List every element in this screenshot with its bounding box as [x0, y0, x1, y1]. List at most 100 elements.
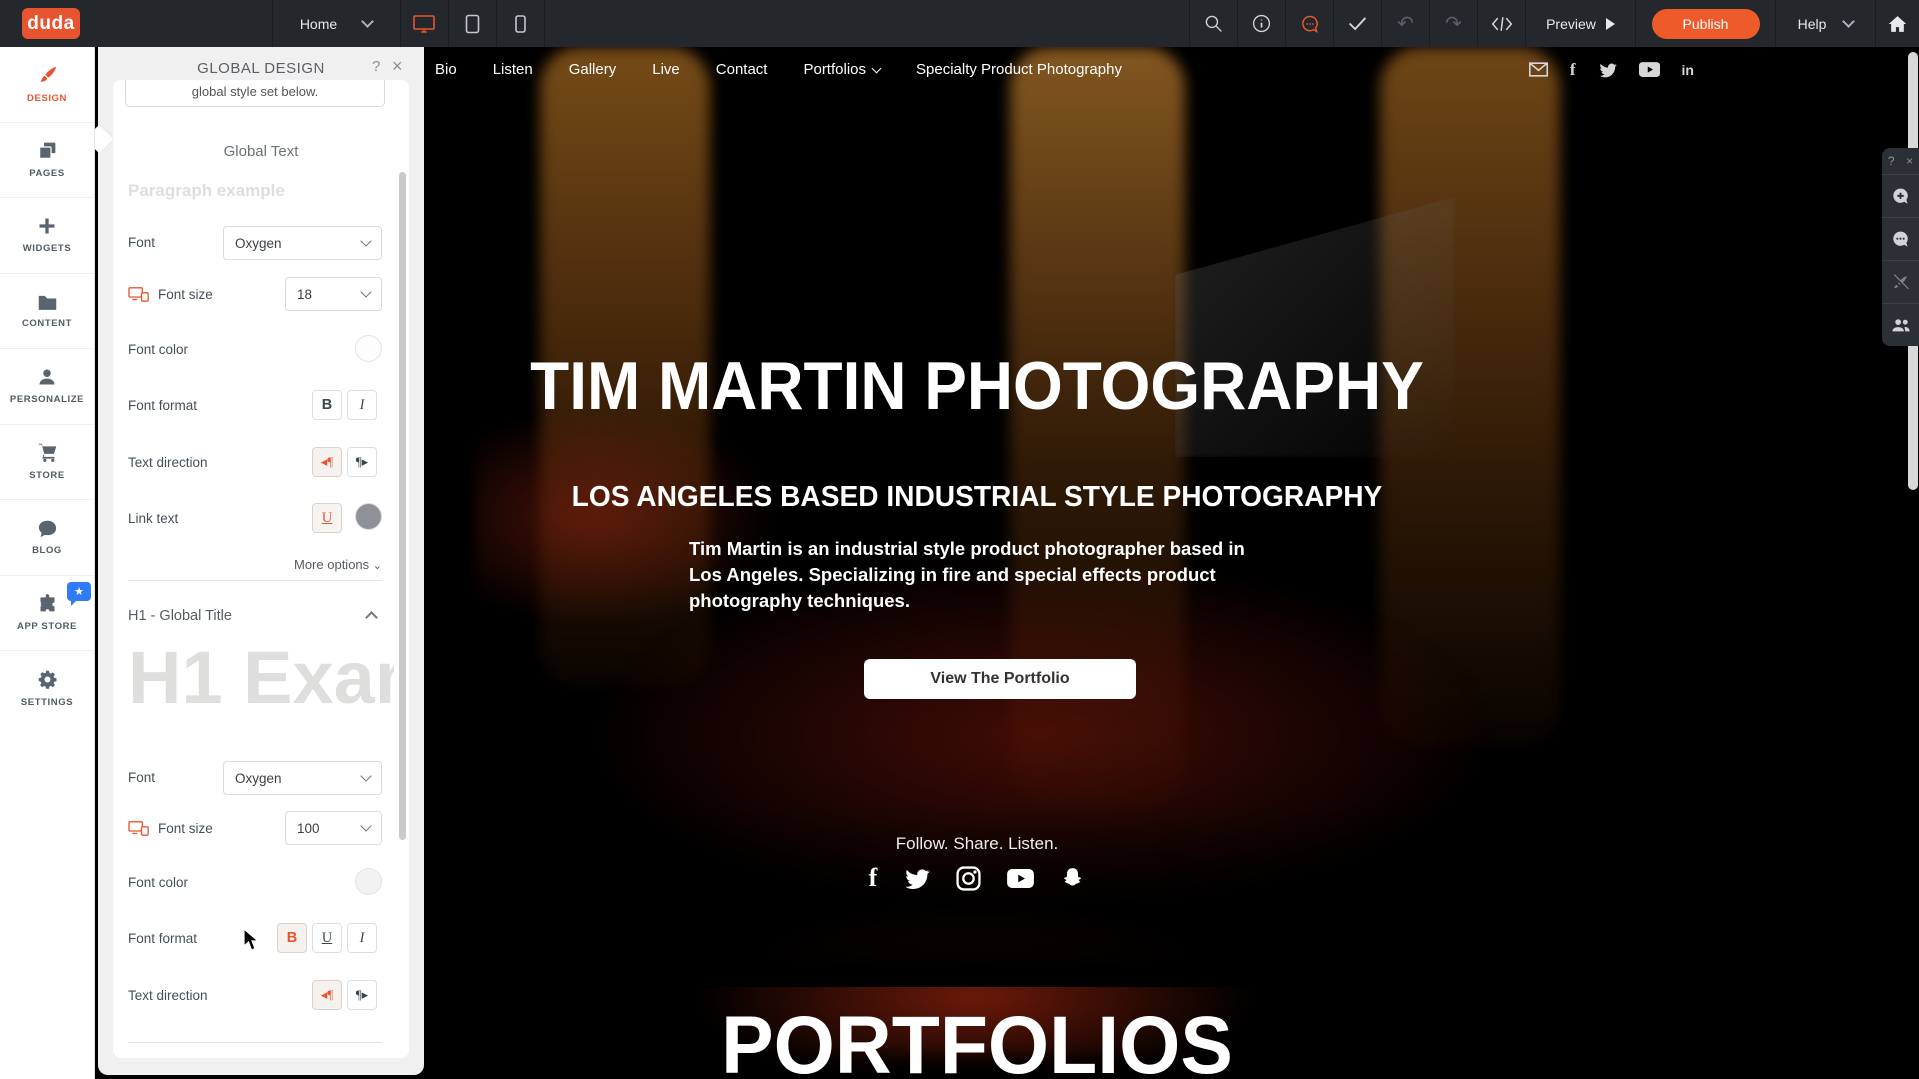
- font-size-dropdown[interactable]: 18: [285, 277, 382, 311]
- nav-link-live[interactable]: Live: [652, 61, 680, 78]
- person-icon: [37, 367, 57, 387]
- h1-bold-button[interactable]: B: [277, 923, 307, 953]
- h1-direction-rtl-button[interactable]: ¶▸: [347, 980, 377, 1010]
- save-check-button[interactable]: [1333, 0, 1381, 47]
- brush-icon: [37, 65, 58, 86]
- hero-paragraph: Tim Martin is an industrial style produc…: [689, 536, 1257, 614]
- view-portfolio-button[interactable]: View The Portfolio: [864, 659, 1136, 699]
- nav-link-listen[interactable]: Listen: [493, 61, 533, 78]
- info-icon: [1252, 14, 1271, 33]
- h1-font-size-value: 100: [297, 821, 320, 836]
- pilcrow-right-icon: ¶▸: [356, 987, 368, 1003]
- nav-link-contact[interactable]: Contact: [716, 61, 768, 78]
- sidebar-label-pages: PAGES: [29, 168, 65, 179]
- tools-help[interactable]: ?: [1888, 154, 1895, 168]
- chevron-down-icon: [360, 235, 371, 246]
- more-options-label: More options: [294, 557, 369, 572]
- h1-text-direction-label: Text direction: [128, 988, 208, 1003]
- page-selector[interactable]: Home: [272, 0, 400, 47]
- comments-button[interactable]: [1882, 217, 1919, 260]
- bold-button[interactable]: B: [312, 390, 342, 420]
- preview-button[interactable]: Preview: [1525, 0, 1635, 47]
- link-color-swatch[interactable]: [355, 503, 382, 530]
- tablet-icon: [465, 14, 480, 34]
- h1-underline-button[interactable]: U: [312, 923, 342, 953]
- search-button[interactable]: [1189, 0, 1237, 47]
- sidebar-item-personalize[interactable]: PERSONALIZE: [0, 349, 94, 425]
- dev-mode-button[interactable]: [1477, 0, 1525, 47]
- font-dropdown[interactable]: Oxygen: [223, 226, 382, 260]
- panel-close-icon[interactable]: ×: [392, 56, 403, 77]
- pilcrow-left-icon: ◂¶: [321, 987, 333, 1003]
- facebook-icon[interactable]: f: [1570, 60, 1576, 80]
- help-menu[interactable]: Help: [1775, 0, 1875, 47]
- direction-ltr-button[interactable]: ◂¶: [312, 447, 342, 477]
- desktop-icon: [412, 14, 436, 34]
- link-text-label: Link text: [128, 511, 178, 526]
- sidebar-item-design[interactable]: DESIGN: [0, 47, 94, 123]
- redo-button[interactable]: ↷: [1429, 0, 1477, 47]
- youtube-icon[interactable]: [1007, 869, 1034, 888]
- direction-rtl-button[interactable]: ¶▸: [347, 447, 377, 477]
- collaborators-button[interactable]: [1882, 303, 1919, 346]
- h1-font-size-label-text: Font size: [158, 821, 213, 836]
- link-underline-button[interactable]: U: [312, 503, 342, 533]
- linkedin-icon[interactable]: in: [1682, 62, 1694, 78]
- preview-label: Preview: [1546, 16, 1596, 32]
- dashboard-home-button[interactable]: [1875, 0, 1919, 47]
- youtube-icon[interactable]: [1639, 62, 1660, 77]
- h1-font-format-group: B U I: [277, 923, 377, 953]
- tablet-view-button[interactable]: [448, 0, 496, 47]
- check-icon: [1348, 16, 1367, 31]
- h1-font-color-swatch[interactable]: [355, 868, 382, 895]
- h1-italic-button[interactable]: I: [347, 923, 377, 953]
- chevron-up-icon[interactable]: [365, 611, 378, 624]
- panel-help-button[interactable]: ?: [372, 58, 380, 75]
- hide-comments-button[interactable]: [1882, 260, 1919, 303]
- twitter-icon[interactable]: [903, 867, 930, 890]
- sidebar-item-content[interactable]: CONTENT: [0, 274, 94, 350]
- help-label: Help: [1798, 16, 1827, 32]
- chevron-down-icon: [1843, 15, 1856, 28]
- h1-direction-ltr-button[interactable]: ◂¶: [312, 980, 342, 1010]
- sidebar-item-blog[interactable]: BLOG: [0, 500, 94, 576]
- publish-button[interactable]: Publish: [1652, 9, 1760, 39]
- sidebar-label-store: STORE: [29, 470, 65, 481]
- desktop-view-button[interactable]: [400, 0, 448, 47]
- add-comment-button[interactable]: [1882, 174, 1919, 217]
- undo-button[interactable]: ↶: [1381, 0, 1429, 47]
- more-options-link[interactable]: More options ⌄: [113, 557, 382, 572]
- nav-link-specialty[interactable]: Specialty Product Photography: [916, 61, 1122, 78]
- nav-link-portfolios[interactable]: Portfolios: [803, 61, 880, 78]
- responsive-devices-icon: [128, 287, 150, 302]
- text-direction-label: Text direction: [128, 455, 208, 470]
- nav-link-bio[interactable]: Bio: [435, 61, 457, 78]
- editor-topbar: duda Home ↶ ↷: [0, 0, 1919, 47]
- mobile-view-button[interactable]: [496, 0, 544, 47]
- sidebar-item-app-store[interactable]: APP STORE ★: [0, 576, 94, 652]
- italic-button[interactable]: I: [347, 390, 377, 420]
- sidebar-item-settings[interactable]: SETTINGS: [0, 651, 94, 727]
- h1-font-size-label: Font size: [128, 821, 213, 836]
- duda-logo[interactable]: duda: [22, 8, 80, 39]
- twitter-icon[interactable]: [1598, 62, 1617, 78]
- feedback-button[interactable]: [1285, 0, 1333, 47]
- sidebar-label-personalize: PERSONALIZE: [10, 394, 84, 405]
- h1-example-preview: H1 Example: [128, 635, 394, 720]
- tools-close-icon[interactable]: ×: [1906, 154, 1913, 168]
- sidebar-item-widgets[interactable]: WIDGETS: [0, 198, 94, 274]
- sidebar-item-store[interactable]: STORE: [0, 425, 94, 501]
- panel-scrollbar[interactable]: [399, 172, 406, 840]
- nav-link-gallery[interactable]: Gallery: [569, 61, 617, 78]
- snapchat-icon[interactable]: [1060, 866, 1085, 891]
- h1-font-dropdown[interactable]: Oxygen: [223, 761, 382, 795]
- facebook-icon[interactable]: f: [869, 865, 878, 891]
- font-color-swatch[interactable]: [355, 335, 382, 362]
- h1-font-format-label: Font format: [128, 931, 197, 946]
- info-button[interactable]: [1237, 0, 1285, 47]
- sidebar-item-pages[interactable]: PAGES: [0, 123, 94, 199]
- instagram-icon[interactable]: [956, 866, 981, 891]
- email-icon[interactable]: [1529, 62, 1548, 77]
- h1-font-size-dropdown[interactable]: 100: [285, 811, 382, 845]
- h1-section-heading: H1 - Global Title: [128, 608, 232, 624]
